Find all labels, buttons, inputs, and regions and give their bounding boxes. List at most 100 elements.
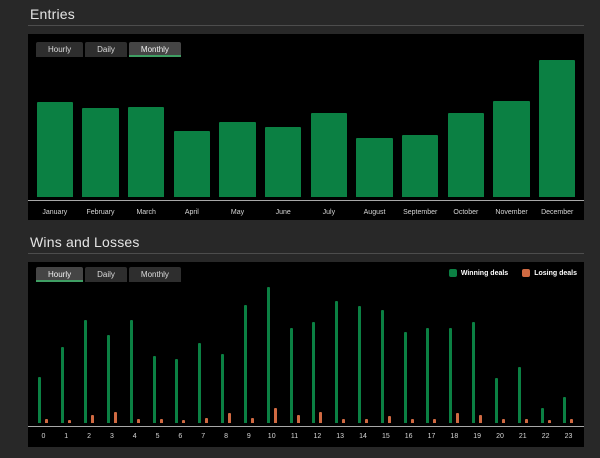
- losing-bar-hour-9: [251, 418, 254, 423]
- winning-bar-hour-13: [335, 301, 338, 423]
- winning-bar-hour-5: [153, 356, 156, 423]
- losing-bar-hour-4: [137, 419, 140, 423]
- tab-hourly-entries[interactable]: Hourly: [36, 42, 83, 57]
- losing-bar-hour-5: [160, 419, 163, 423]
- losing-bar-hour-14: [365, 419, 368, 423]
- winning-bar-hour-14: [358, 306, 361, 423]
- bar-june: [265, 127, 302, 197]
- winning-bar-hour-20: [495, 378, 498, 423]
- losing-bar-hour-15: [388, 416, 391, 423]
- bar-pair-hour-14: [352, 306, 375, 423]
- bar-pair-hour-21: [511, 367, 534, 423]
- entries-toggle-group: Hourly Daily Monthly: [36, 42, 181, 57]
- x-label-hour-1: 1: [55, 433, 78, 440]
- x-label-hour-3: 3: [100, 433, 123, 440]
- bar-october: [448, 113, 485, 197]
- x-label-hour-10: 10: [260, 433, 283, 440]
- wins-labels: 01234567891011121314151617181920212223: [32, 433, 580, 440]
- bar-pair-hour-0: [32, 377, 55, 423]
- bar-december: [539, 60, 576, 197]
- x-label-hour-15: 15: [374, 433, 397, 440]
- winning-bar-hour-1: [61, 347, 64, 423]
- x-label-november: November: [489, 209, 535, 216]
- bar-pair-hour-5: [146, 356, 169, 423]
- winning-bar-hour-4: [130, 320, 133, 423]
- winning-bar-hour-18: [449, 328, 452, 423]
- bar-september: [402, 135, 439, 197]
- wins-legend: Winning deals Losing deals: [449, 269, 577, 277]
- x-label-september: September: [397, 209, 443, 216]
- winning-bar-hour-3: [107, 335, 110, 423]
- losing-bar-hour-2: [91, 415, 94, 423]
- winning-bar-hour-7: [198, 343, 201, 423]
- winning-bar-hour-19: [472, 322, 475, 423]
- entries-plot: [32, 34, 580, 197]
- x-label-february: February: [78, 209, 124, 216]
- x-label-hour-12: 12: [306, 433, 329, 440]
- x-label-april: April: [169, 209, 215, 216]
- bar-pair-hour-18: [443, 328, 466, 423]
- tab-monthly-wins[interactable]: Monthly: [129, 267, 181, 282]
- losing-deals-swatch-icon: [522, 269, 530, 277]
- bar-february: [82, 108, 119, 197]
- bar-pair-hour-4: [123, 320, 146, 423]
- bar-cell-october: [443, 113, 489, 197]
- x-label-december: December: [534, 209, 580, 216]
- entries-x-axis: [28, 200, 584, 201]
- bar-pair-hour-11: [283, 328, 306, 423]
- bar-july: [311, 113, 348, 197]
- bar-cell-may: [215, 122, 261, 197]
- bar-pair-hour-9: [237, 305, 260, 423]
- losing-bar-hour-23: [570, 419, 573, 423]
- bar-pair-hour-12: [306, 322, 329, 423]
- wins-title: Wins and Losses: [30, 234, 584, 250]
- bar-pair-hour-15: [374, 310, 397, 423]
- x-label-hour-2: 2: [78, 433, 101, 440]
- bar-pair-hour-13: [329, 301, 352, 423]
- bar-pair-hour-16: [397, 332, 420, 423]
- winning-bar-hour-6: [175, 359, 178, 423]
- bar-pair-hour-17: [420, 328, 443, 423]
- losing-bar-hour-1: [68, 420, 71, 423]
- x-label-hour-19: 19: [466, 433, 489, 440]
- wins-chart-panel: Hourly Daily Monthly Winning deals Losin…: [28, 262, 584, 447]
- bar-pair-hour-7: [192, 343, 215, 423]
- x-label-hour-20: 20: [489, 433, 512, 440]
- bar-cell-august: [352, 138, 398, 197]
- bar-pair-hour-10: [260, 287, 283, 423]
- entries-chart-panel: Hourly Daily Monthly JanuaryFebruaryMarc…: [28, 34, 584, 220]
- winning-bar-hour-15: [381, 310, 384, 423]
- legend-item-winning-deals[interactable]: Winning deals: [449, 269, 508, 277]
- bar-cell-november: [489, 101, 535, 197]
- losing-bar-hour-18: [456, 413, 459, 423]
- bar-march: [128, 107, 165, 197]
- bar-cell-january: [32, 102, 78, 197]
- x-label-hour-21: 21: [511, 433, 534, 440]
- losing-bar-hour-19: [479, 415, 482, 423]
- bar-cell-march: [123, 107, 169, 197]
- tab-hourly-wins[interactable]: Hourly: [36, 267, 83, 282]
- tab-daily-entries[interactable]: Daily: [85, 42, 127, 57]
- bar-cell-april: [169, 131, 215, 197]
- winning-deals-swatch-icon: [449, 269, 457, 277]
- wins-divider: [28, 253, 584, 254]
- tab-monthly-entries[interactable]: Monthly: [129, 42, 181, 57]
- x-label-hour-16: 16: [397, 433, 420, 440]
- winning-bar-hour-10: [267, 287, 270, 423]
- losing-bar-hour-7: [205, 418, 208, 423]
- x-label-june: June: [260, 209, 306, 216]
- winning-bar-hour-8: [221, 354, 224, 423]
- bar-cell-february: [78, 108, 124, 197]
- x-label-hour-23: 23: [557, 433, 580, 440]
- losing-bar-hour-13: [342, 419, 345, 423]
- x-label-july: July: [306, 209, 352, 216]
- legend-item-losing-deals[interactable]: Losing deals: [522, 269, 577, 277]
- tab-daily-wins[interactable]: Daily: [85, 267, 127, 282]
- x-label-hour-11: 11: [283, 433, 306, 440]
- x-label-hour-9: 9: [237, 433, 260, 440]
- winning-bar-hour-22: [541, 408, 544, 423]
- losing-bar-hour-3: [114, 412, 117, 423]
- winning-bar-hour-23: [563, 397, 566, 423]
- losing-bar-hour-8: [228, 413, 231, 423]
- x-label-hour-4: 4: [123, 433, 146, 440]
